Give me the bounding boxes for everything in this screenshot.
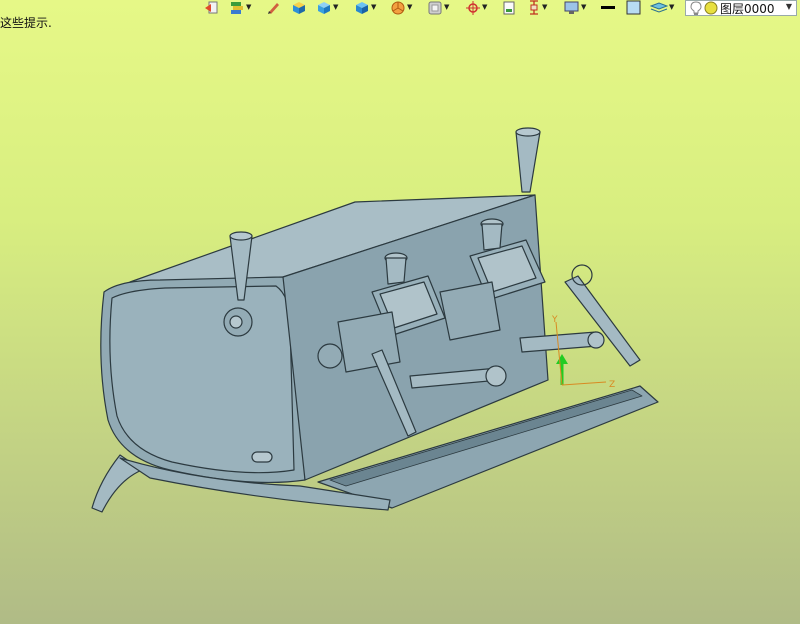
left-group-head — [337, 311, 401, 373]
fill-color-button[interactable] — [626, 0, 641, 15]
frame-dropdown-icon[interactable]: ▼ — [444, 4, 449, 11]
pie-icon — [391, 1, 405, 15]
right-steam-tap — [515, 131, 541, 193]
exit-button[interactable] — [204, 0, 219, 15]
frame-icon — [428, 1, 442, 15]
page-button[interactable] — [502, 0, 516, 15]
view-cube-icon — [356, 2, 368, 14]
crosshair-dropdown-icon[interactable]: ▼ — [482, 4, 487, 11]
pen-icon — [268, 3, 279, 14]
fill-color-icon — [626, 0, 641, 15]
layer-color-icon[interactable] — [704, 1, 718, 15]
layers-icon — [231, 2, 243, 14]
right-group-head — [439, 281, 501, 341]
frame-button[interactable]: ▼ — [427, 0, 449, 15]
pen-button[interactable] — [266, 0, 280, 15]
espresso-machine-model[interactable] — [91, 127, 659, 513]
axis-y-label: Y — [551, 315, 558, 325]
machine-side-panel — [109, 285, 295, 474]
dimension-button[interactable]: ▼ — [527, 0, 547, 15]
page-icon — [503, 1, 515, 15]
line-color-icon — [601, 6, 615, 9]
cube-icon — [318, 2, 330, 14]
axis-z-line — [555, 321, 563, 386]
pie-button[interactable]: ▼ — [390, 0, 412, 15]
right-tap-top — [515, 127, 541, 137]
crosshair-button[interactable]: ▼ — [465, 0, 487, 15]
monitor-icon — [564, 1, 579, 14]
line-color-button[interactable] — [600, 0, 616, 15]
view-cube-button[interactable]: ▼ — [354, 0, 376, 15]
stack-icon — [650, 2, 668, 13]
layer-dropdown-icon[interactable]: ▼ — [786, 2, 792, 11]
lower-pipe-end — [485, 365, 507, 387]
front-badge — [251, 451, 273, 463]
dimension-icon — [530, 0, 538, 15]
3d-viewport[interactable]: Z Y — [0, 0, 800, 624]
left-chimney-body — [385, 257, 407, 285]
right-steam-wand[interactable] — [564, 275, 641, 367]
cube-button[interactable]: ▼ — [316, 0, 338, 15]
monitor-dropdown-icon[interactable]: ▼ — [581, 4, 586, 11]
solid-box-icon — [293, 2, 305, 14]
axis-x-line — [561, 381, 607, 386]
dimension-dropdown-icon[interactable]: ▼ — [542, 4, 547, 11]
right-chimney-body — [481, 223, 503, 251]
layer-name: 图层0000 — [720, 1, 775, 16]
lightbulb-icon[interactable] — [689, 1, 703, 15]
layers-button[interactable]: ▼ — [229, 0, 251, 15]
solid-box-button[interactable] — [291, 0, 307, 15]
left-knob-inner — [229, 315, 243, 329]
stack-dropdown-icon[interactable]: ▼ — [669, 4, 674, 11]
stack-button[interactable]: ▼ — [650, 0, 674, 15]
axis-z-label: Z — [609, 380, 615, 390]
exit-icon — [205, 1, 218, 14]
axis-y-arrow — [556, 354, 568, 364]
layer-selector[interactable]: 图层0000 ▼ — [685, 0, 797, 16]
layers-dropdown-icon[interactable]: ▼ — [246, 4, 251, 11]
pie-dropdown-icon[interactable]: ▼ — [407, 4, 412, 11]
cube-dropdown-icon[interactable]: ▼ — [333, 4, 338, 11]
view-cube-dropdown-icon[interactable]: ▼ — [371, 4, 376, 11]
left-front-knob[interactable] — [317, 343, 343, 369]
crosshair-icon — [466, 1, 480, 15]
monitor-button[interactable]: ▼ — [563, 0, 586, 15]
hint-text: 这些提示. — [0, 16, 52, 30]
left-tap-top — [229, 231, 253, 241]
right-pipe-end — [587, 331, 605, 349]
